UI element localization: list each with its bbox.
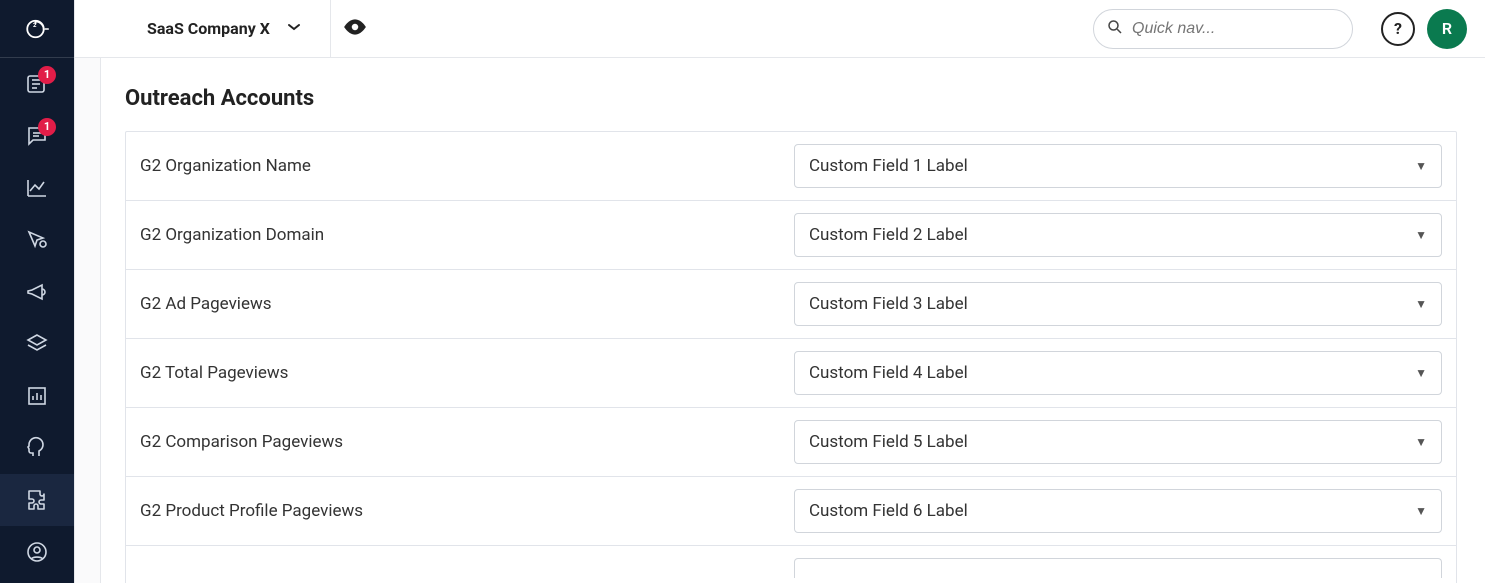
visibility-button[interactable] — [331, 0, 379, 58]
company-name: SaaS Company X — [147, 19, 270, 38]
select-value: Custom Field 3 Label — [809, 294, 968, 314]
select-value: Custom Field 4 Label — [809, 363, 968, 383]
select-value: Custom Field 5 Label — [809, 432, 968, 452]
help-button[interactable]: ? — [1381, 12, 1415, 46]
eye-icon — [342, 14, 368, 44]
mapping-row: G2 Total Pageviews Custom Field 4 Label … — [126, 339, 1456, 408]
caret-down-icon: ▼ — [1415, 159, 1427, 173]
custom-field-select[interactable]: Custom Field 6 Label ▼ — [794, 489, 1442, 533]
content-gutter — [75, 58, 101, 583]
puzzle-icon — [25, 488, 49, 512]
sidebar-item-integrations[interactable] — [0, 474, 74, 526]
search-icon — [1106, 18, 1124, 40]
mapping-row: G2 Comparison Pageviews Custom Field 5 L… — [126, 408, 1456, 477]
select-value: Custom Field 6 Label — [809, 501, 968, 521]
custom-field-select[interactable] — [794, 558, 1442, 578]
main-area: SaaS Company X ? R Outreach Accou — [74, 0, 1485, 583]
svg-text:2: 2 — [33, 21, 37, 28]
caret-down-icon: ▼ — [1415, 504, 1427, 518]
g2-logo-icon: 2 — [25, 17, 49, 41]
custom-field-select[interactable]: Custom Field 3 Label ▼ — [794, 282, 1442, 326]
layers-icon — [25, 332, 49, 356]
g2-logo[interactable]: 2 — [0, 0, 74, 58]
mapping-row — [126, 546, 1456, 583]
left-sidebar: 2 1 1 — [0, 0, 74, 583]
topbar: SaaS Company X ? R — [75, 0, 1485, 58]
caret-down-icon: ▼ — [1415, 366, 1427, 380]
avatar-initial: R — [1442, 19, 1452, 38]
g2-field-label: G2 Comparison Pageviews — [140, 432, 778, 452]
sidebar-item-news[interactable]: 1 — [0, 58, 74, 110]
mapping-row: G2 Organization Name Custom Field 1 Labe… — [126, 132, 1456, 201]
content-wrap: Outreach Accounts G2 Organization Name C… — [75, 58, 1485, 583]
page-title: Outreach Accounts — [125, 86, 1457, 111]
sidebar-item-account[interactable] — [0, 526, 74, 578]
sidebar-item-campaigns[interactable] — [0, 266, 74, 318]
custom-field-select[interactable]: Custom Field 1 Label ▼ — [794, 144, 1442, 188]
megaphone-icon — [25, 280, 49, 304]
messages-badge: 1 — [38, 118, 56, 136]
sidebar-item-layers[interactable] — [0, 318, 74, 370]
mapping-row: G2 Organization Domain Custom Field 2 La… — [126, 201, 1456, 270]
sidebar-item-reports[interactable] — [0, 370, 74, 422]
g2-field-label: G2 Organization Domain — [140, 225, 778, 245]
g2-field-label: G2 Organization Name — [140, 156, 778, 176]
custom-field-select[interactable]: Custom Field 2 Label ▼ — [794, 213, 1442, 257]
custom-field-select[interactable]: Custom Field 5 Label ▼ — [794, 420, 1442, 464]
caret-down-icon: ▼ — [1415, 297, 1427, 311]
bar-frame-icon — [25, 384, 49, 408]
sidebar-item-analytics[interactable] — [0, 162, 74, 214]
g2-field-label: G2 Ad Pageviews — [140, 294, 778, 314]
sidebar-item-intelligence[interactable] — [0, 422, 74, 474]
caret-down-icon: ▼ — [1415, 228, 1427, 242]
chevron-down-icon — [286, 19, 302, 39]
select-value: Custom Field 1 Label — [809, 156, 968, 176]
content: Outreach Accounts G2 Organization Name C… — [101, 58, 1485, 583]
caret-down-icon: ▼ — [1415, 435, 1427, 449]
mapping-row: G2 Product Profile Pageviews Custom Fiel… — [126, 477, 1456, 546]
mapping-table: G2 Organization Name Custom Field 1 Labe… — [125, 131, 1457, 583]
g2-field-label: G2 Total Pageviews — [140, 363, 778, 383]
quick-nav-search[interactable] — [1093, 9, 1353, 49]
company-switcher[interactable]: SaaS Company X — [75, 0, 331, 58]
line-chart-icon — [25, 176, 49, 200]
mapping-row: G2 Ad Pageviews Custom Field 3 Label ▼ — [126, 270, 1456, 339]
cursor-pin-icon — [25, 228, 49, 252]
user-circle-icon — [25, 540, 49, 564]
head-icon — [25, 436, 49, 460]
sidebar-item-tracking[interactable] — [0, 214, 74, 266]
sidebar-item-messages[interactable]: 1 — [0, 110, 74, 162]
help-label: ? — [1394, 19, 1402, 38]
user-avatar[interactable]: R — [1427, 9, 1467, 49]
select-value: Custom Field 2 Label — [809, 225, 968, 245]
search-input[interactable] — [1132, 20, 1340, 38]
custom-field-select[interactable]: Custom Field 4 Label ▼ — [794, 351, 1442, 395]
news-badge: 1 — [38, 66, 56, 84]
g2-field-label: G2 Product Profile Pageviews — [140, 501, 778, 521]
